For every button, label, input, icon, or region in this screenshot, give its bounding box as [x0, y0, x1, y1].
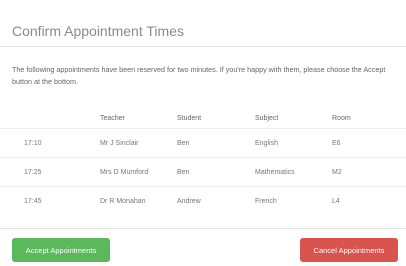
- appointments-table-container: Teacher Student Subject Room 17:10 Mr J …: [0, 108, 406, 215]
- column-header-time: [0, 108, 100, 129]
- cell-student: Ben: [177, 157, 255, 187]
- header-divider: [0, 46, 406, 47]
- cell-time: 17:45: [0, 186, 100, 215]
- column-header-student: Student: [177, 114, 202, 122]
- cell-room: L4: [332, 186, 406, 215]
- cell-teacher: Mr J Sinclair: [100, 128, 177, 158]
- cell-time: 17:25: [0, 157, 100, 187]
- table-row: 17:10 Mr J Sinclair Ben English E6: [0, 128, 406, 158]
- cell-time: 17:10: [0, 128, 100, 158]
- cell-teacher: Mrs D Mumford: [100, 157, 177, 187]
- accept-appointments-button[interactable]: Accept Appointments: [12, 238, 110, 262]
- table-row: 17:45 Dr R Monahan Andrew French L4: [0, 186, 406, 215]
- column-header-subject: Subject: [255, 114, 279, 122]
- column-header-room: Room: [332, 114, 351, 122]
- appointments-table: Teacher Student Subject Room 17:10 Mr J …: [0, 108, 406, 215]
- cell-subject: Mathematics: [255, 157, 332, 187]
- cell-student: Andrew: [177, 186, 255, 215]
- cell-teacher: Dr R Monahan: [100, 186, 177, 215]
- confirm-appointments-dialog: Confirm Appointment Times The following …: [0, 0, 406, 266]
- cell-subject: English: [255, 128, 332, 158]
- cancel-appointments-button[interactable]: Cancel Appointments: [300, 238, 398, 262]
- dialog-intro-text: The following appointments have been res…: [12, 65, 386, 86]
- column-header-teacher: Teacher: [100, 114, 125, 122]
- dialog-title: Confirm Appointment Times: [12, 23, 184, 39]
- table-row: 17:25 Mrs D Mumford Ben Mathematics M2: [0, 157, 406, 187]
- cell-room: E6: [332, 128, 406, 158]
- footer-divider: [0, 228, 406, 229]
- table-header-row: Teacher Student Subject Room: [0, 108, 406, 129]
- cell-room: M2: [332, 157, 406, 187]
- cell-student: Ben: [177, 128, 255, 158]
- cell-subject: French: [255, 186, 332, 215]
